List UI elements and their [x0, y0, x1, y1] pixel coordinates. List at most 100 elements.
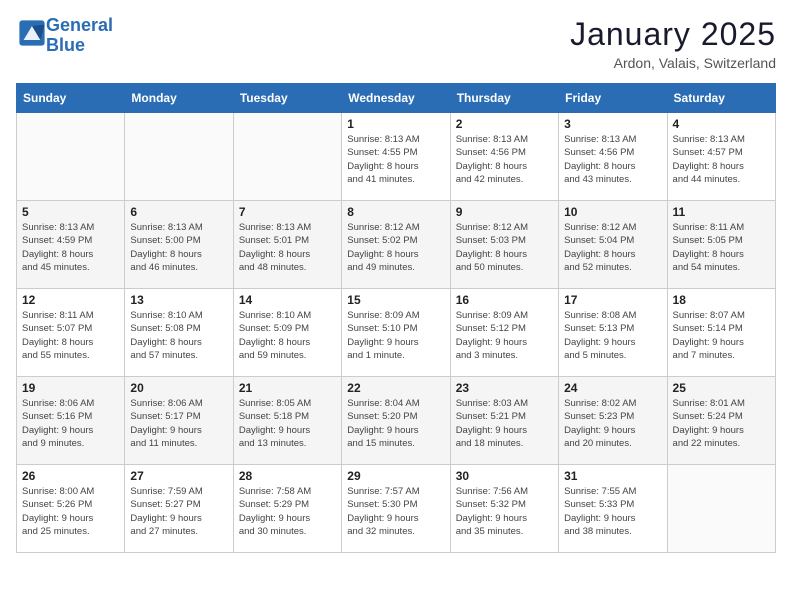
calendar-cell: 13 Sunrise: 8:10 AM Sunset: 5:08 PM Dayli…	[125, 289, 233, 377]
day-number: 27	[130, 469, 227, 483]
weekday-header-row: SundayMondayTuesdayWednesdayThursdayFrid…	[17, 84, 776, 113]
day-number: 13	[130, 293, 227, 307]
day-number: 6	[130, 205, 227, 219]
month-title: January 2025	[570, 16, 776, 53]
day-info: Sunrise: 8:11 AM Sunset: 5:05 PM Dayligh…	[673, 221, 770, 274]
day-number: 1	[347, 117, 444, 131]
weekday-header-monday: Monday	[125, 84, 233, 113]
title-block: January 2025 Ardon, Valais, Switzerland	[570, 16, 776, 71]
day-info: Sunrise: 8:12 AM Sunset: 5:03 PM Dayligh…	[456, 221, 553, 274]
day-number: 31	[564, 469, 661, 483]
calendar-cell: 15 Sunrise: 8:09 AM Sunset: 5:10 PM Dayli…	[342, 289, 450, 377]
calendar-cell: 18 Sunrise: 8:07 AM Sunset: 5:14 PM Dayli…	[667, 289, 775, 377]
calendar-cell: 30 Sunrise: 7:56 AM Sunset: 5:32 PM Dayli…	[450, 465, 558, 553]
day-number: 14	[239, 293, 336, 307]
day-info: Sunrise: 8:10 AM Sunset: 5:09 PM Dayligh…	[239, 309, 336, 362]
calendar-cell: 5 Sunrise: 8:13 AM Sunset: 4:59 PM Daylig…	[17, 201, 125, 289]
day-number: 12	[22, 293, 119, 307]
day-number: 22	[347, 381, 444, 395]
calendar-cell: 4 Sunrise: 8:13 AM Sunset: 4:57 PM Daylig…	[667, 113, 775, 201]
calendar-cell: 12 Sunrise: 8:11 AM Sunset: 5:07 PM Dayli…	[17, 289, 125, 377]
day-number: 8	[347, 205, 444, 219]
day-number: 28	[239, 469, 336, 483]
calendar-cell: 9 Sunrise: 8:12 AM Sunset: 5:03 PM Daylig…	[450, 201, 558, 289]
day-number: 10	[564, 205, 661, 219]
calendar: SundayMondayTuesdayWednesdayThursdayFrid…	[16, 83, 776, 553]
weekday-header-tuesday: Tuesday	[233, 84, 341, 113]
day-info: Sunrise: 8:10 AM Sunset: 5:08 PM Dayligh…	[130, 309, 227, 362]
day-info: Sunrise: 8:02 AM Sunset: 5:23 PM Dayligh…	[564, 397, 661, 450]
logo-icon	[18, 19, 46, 47]
day-number: 17	[564, 293, 661, 307]
calendar-cell: 2 Sunrise: 8:13 AM Sunset: 4:56 PM Daylig…	[450, 113, 558, 201]
calendar-cell: 11 Sunrise: 8:11 AM Sunset: 5:05 PM Dayli…	[667, 201, 775, 289]
calendar-cell: 23 Sunrise: 8:03 AM Sunset: 5:21 PM Dayli…	[450, 377, 558, 465]
day-info: Sunrise: 7:55 AM Sunset: 5:33 PM Dayligh…	[564, 485, 661, 538]
day-number: 18	[673, 293, 770, 307]
day-info: Sunrise: 8:13 AM Sunset: 5:01 PM Dayligh…	[239, 221, 336, 274]
calendar-cell: 24Sunrise: 8:02 AM Sunset: 5:23 PM Dayli…	[559, 377, 667, 465]
logo-line2: Blue	[46, 35, 85, 55]
calendar-cell: 17 Sunrise: 8:08 AM Sunset: 5:13 PM Dayli…	[559, 289, 667, 377]
day-info: Sunrise: 8:00 AM Sunset: 5:26 PM Dayligh…	[22, 485, 119, 538]
calendar-cell: 14 Sunrise: 8:10 AM Sunset: 5:09 PM Dayli…	[233, 289, 341, 377]
day-info: Sunrise: 7:56 AM Sunset: 5:32 PM Dayligh…	[456, 485, 553, 538]
day-info: Sunrise: 8:13 AM Sunset: 5:00 PM Dayligh…	[130, 221, 227, 274]
week-row-1: 1 Sunrise: 8:13 AM Sunset: 4:55 PM Daylig…	[17, 113, 776, 201]
calendar-cell	[233, 113, 341, 201]
day-info: Sunrise: 8:08 AM Sunset: 5:13 PM Dayligh…	[564, 309, 661, 362]
day-number: 15	[347, 293, 444, 307]
day-info: Sunrise: 8:04 AM Sunset: 5:20 PM Dayligh…	[347, 397, 444, 450]
day-number: 19	[22, 381, 119, 395]
day-number: 4	[673, 117, 770, 131]
calendar-cell: 29Sunrise: 7:57 AM Sunset: 5:30 PM Dayli…	[342, 465, 450, 553]
page-header: General Blue January 2025 Ardon, Valais,…	[16, 16, 776, 71]
weekday-header-thursday: Thursday	[450, 84, 558, 113]
calendar-cell: 1 Sunrise: 8:13 AM Sunset: 4:55 PM Daylig…	[342, 113, 450, 201]
day-info: Sunrise: 8:13 AM Sunset: 4:57 PM Dayligh…	[673, 133, 770, 186]
day-number: 2	[456, 117, 553, 131]
day-info: Sunrise: 7:57 AM Sunset: 5:30 PM Dayligh…	[347, 485, 444, 538]
logo: General Blue	[16, 16, 113, 56]
day-info: Sunrise: 8:13 AM Sunset: 4:56 PM Dayligh…	[564, 133, 661, 186]
weekday-header-friday: Friday	[559, 84, 667, 113]
day-info: Sunrise: 8:03 AM Sunset: 5:21 PM Dayligh…	[456, 397, 553, 450]
calendar-cell: 25 Sunrise: 8:01 AM Sunset: 5:24 PM Dayli…	[667, 377, 775, 465]
day-info: Sunrise: 8:13 AM Sunset: 4:56 PM Dayligh…	[456, 133, 553, 186]
calendar-cell: 6 Sunrise: 8:13 AM Sunset: 5:00 PM Daylig…	[125, 201, 233, 289]
calendar-cell: 27 Sunrise: 7:59 AM Sunset: 5:27 PM Dayli…	[125, 465, 233, 553]
day-number: 20	[130, 381, 227, 395]
day-info: Sunrise: 8:06 AM Sunset: 5:17 PM Dayligh…	[130, 397, 227, 450]
day-info: Sunrise: 8:11 AM Sunset: 5:07 PM Dayligh…	[22, 309, 119, 362]
calendar-cell	[17, 113, 125, 201]
day-number: 9	[456, 205, 553, 219]
calendar-cell: 28 Sunrise: 7:58 AM Sunset: 5:29 PM Dayli…	[233, 465, 341, 553]
calendar-cell: 20 Sunrise: 8:06 AM Sunset: 5:17 PM Dayli…	[125, 377, 233, 465]
day-number: 25	[673, 381, 770, 395]
location: Ardon, Valais, Switzerland	[570, 55, 776, 71]
day-number: 30	[456, 469, 553, 483]
day-info: Sunrise: 8:01 AM Sunset: 5:24 PM Dayligh…	[673, 397, 770, 450]
day-info: Sunrise: 8:09 AM Sunset: 5:12 PM Dayligh…	[456, 309, 553, 362]
day-info: Sunrise: 8:05 AM Sunset: 5:18 PM Dayligh…	[239, 397, 336, 450]
day-info: Sunrise: 7:59 AM Sunset: 5:27 PM Dayligh…	[130, 485, 227, 538]
calendar-cell: 10 Sunrise: 8:12 AM Sunset: 5:04 PM Dayli…	[559, 201, 667, 289]
calendar-cell: 26 Sunrise: 8:00 AM Sunset: 5:26 PM Dayli…	[17, 465, 125, 553]
weekday-header-sunday: Sunday	[17, 84, 125, 113]
calendar-cell: 22 Sunrise: 8:04 AM Sunset: 5:20 PM Dayli…	[342, 377, 450, 465]
day-number: 16	[456, 293, 553, 307]
day-number: 11	[673, 205, 770, 219]
calendar-cell	[667, 465, 775, 553]
day-info: Sunrise: 7:58 AM Sunset: 5:29 PM Dayligh…	[239, 485, 336, 538]
day-info: Sunrise: 8:13 AM Sunset: 4:59 PM Dayligh…	[22, 221, 119, 274]
day-info: Sunrise: 8:12 AM Sunset: 5:04 PM Dayligh…	[564, 221, 661, 274]
day-info: Sunrise: 8:07 AM Sunset: 5:14 PM Dayligh…	[673, 309, 770, 362]
day-number: 3	[564, 117, 661, 131]
day-number: 26	[22, 469, 119, 483]
day-info: Sunrise: 8:13 AM Sunset: 4:55 PM Dayligh…	[347, 133, 444, 186]
day-number: 23	[456, 381, 553, 395]
day-number: 5	[22, 205, 119, 219]
day-info: Sunrise: 8:09 AM Sunset: 5:10 PM Dayligh…	[347, 309, 444, 362]
day-info: Sunrise: 8:12 AM Sunset: 5:02 PM Dayligh…	[347, 221, 444, 274]
day-number: 7	[239, 205, 336, 219]
